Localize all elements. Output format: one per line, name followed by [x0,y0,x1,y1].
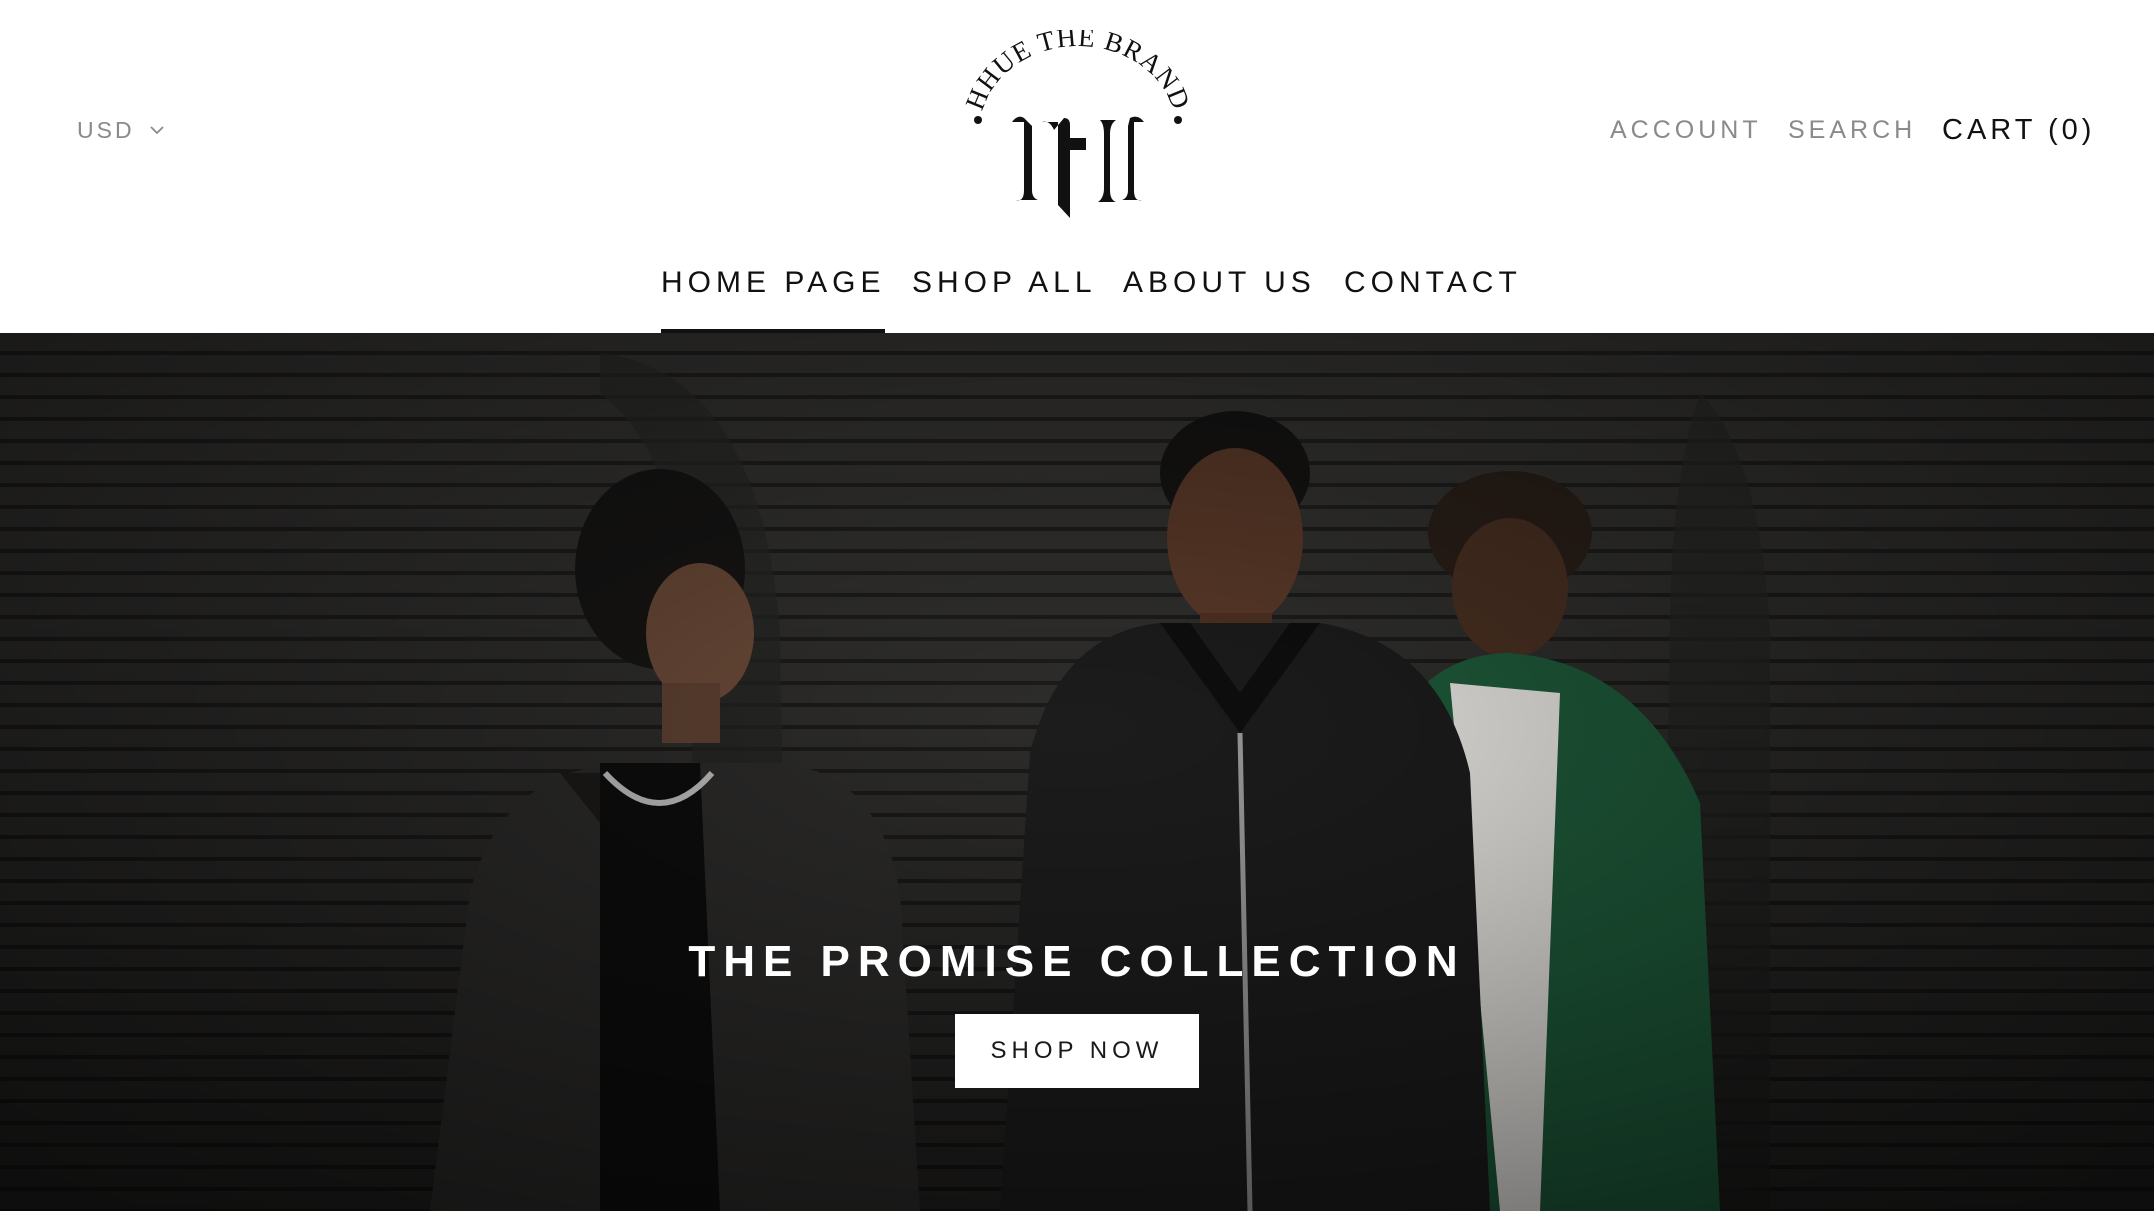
svg-text:HHUE THE BRAND: HHUE THE BRAND [959,30,1196,114]
brand-logo-text: HHUE THE BRAND [959,22,1195,114]
main-navigation: HOME PAGE SHOP ALL ABOUT US CONTACT [0,262,2154,333]
search-link[interactable]: SEARCH [1788,110,1916,150]
nav-item-about-us[interactable]: ABOUT US [1123,262,1316,333]
currency-selector[interactable]: USD [77,114,167,146]
hero-banner: THE PROMISE COLLECTION SHOP NOW [0,333,2154,1211]
chevron-down-icon [149,126,164,135]
nav-item-label: CONTACT [1344,266,1522,299]
nav-item-shop-all[interactable]: SHOP ALL [912,262,1097,333]
account-link[interactable]: ACCOUNT [1610,110,1762,150]
shop-now-button[interactable]: SHOP NOW [955,1014,1199,1088]
brand-logo-mark: HHUE THE BRAND [959,22,1196,218]
nav-item-contact[interactable]: CONTACT [1344,262,1522,333]
currency-label: USD [77,116,135,143]
hero-title: THE PROMISE COLLECTION [688,937,1466,987]
nav-item-home-page[interactable]: HOME PAGE [661,262,886,333]
brand-logo[interactable]: HHUE THE BRAND [958,22,1198,230]
site-header: USD HHUE THE BRAND ACCOUNT SEARCH CART (… [0,0,2154,333]
nav-item-label: HOME PAGE [661,266,886,299]
nav-item-label: ABOUT US [1123,266,1316,299]
cart-link[interactable]: CART (0) [1942,110,2095,150]
nav-item-label: SHOP ALL [912,266,1097,299]
